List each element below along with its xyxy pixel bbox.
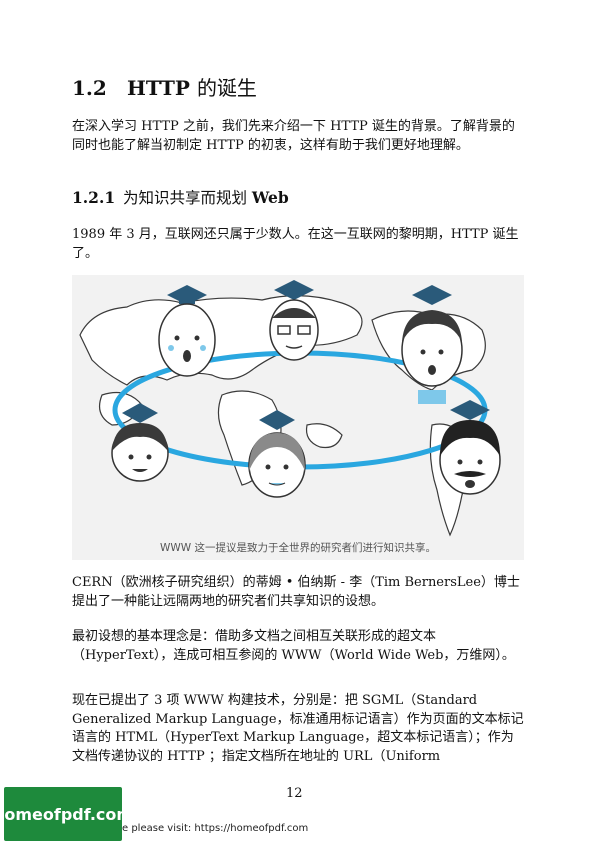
world-researchers-illustration: [79, 280, 501, 537]
paragraph-cern: CERN（欧洲核子研究组织）的蒂姆 • 伯纳斯 - 李（Tim BernersL…: [72, 575, 520, 609]
watermark-footer-link[interactable]: e please visit: https://homeofpdf.com: [122, 823, 308, 834]
watermark-logo[interactable]: homeofpdf.com: [0, 787, 133, 841]
subsection-title-zh: 为知识共享而规划: [122, 189, 247, 207]
researcher-avatar: [401, 285, 463, 404]
intro-paragraph: 在深入学习 HTTP 之前，我们先来介绍一下 HTTP 诞生的背景。了解背景的同…: [72, 119, 515, 153]
researcher-avatar: [269, 280, 319, 361]
watermark-logo-text: homeofpdf.com: [0, 804, 134, 824]
section-number: 1.2: [72, 76, 107, 100]
section-title-en: HTTP: [126, 76, 190, 100]
researcher-avatar: [439, 400, 501, 495]
researcher-avatar: [158, 285, 216, 377]
figure-caption: WWW 这一提议是致力于全世界的研究者们进行知识共享。: [160, 542, 436, 554]
subsection-title-en: Web: [251, 188, 289, 207]
paragraph-1989: 1989 年 3 月，互联网还只属于少数人。在这一互联网的黎明期，HTTP 诞生…: [72, 227, 519, 261]
section-title-zh: 的诞生: [196, 76, 257, 100]
subsection-heading: 1.2.1 为知识共享而规划 Web: [72, 186, 289, 208]
paragraph-hypertext: 最初设想的基本理念是：借助多文档之间相互关联形成的超文本（HyperText），…: [72, 629, 515, 663]
page-number: 12: [286, 786, 303, 801]
subsection-number: 1.2.1: [72, 188, 116, 207]
illustration-figure: [72, 275, 524, 560]
section-heading: 1.2 HTTP 的诞生: [72, 72, 257, 101]
paragraph-www-tech: 现在已提出了 3 项 WWW 构建技术，分别是：把 SGML（Standard …: [72, 693, 524, 764]
